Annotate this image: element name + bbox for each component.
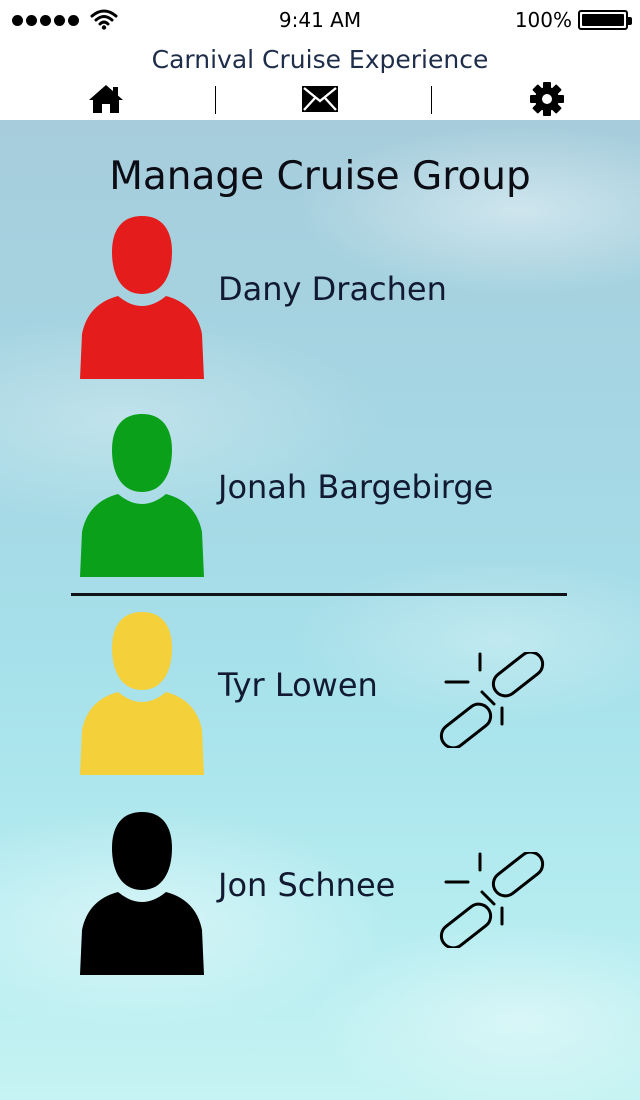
nav-home-button[interactable]	[56, 78, 156, 120]
nav-separator	[431, 86, 432, 114]
member-name: Tyr Lowen	[218, 666, 378, 704]
unlink-icon[interactable]	[436, 852, 548, 948]
person-icon	[80, 612, 204, 775]
group-screen: Manage Cruise Group Dany Drachen Jonah B…	[0, 120, 640, 1100]
avatar-head	[112, 414, 172, 492]
unlink-icon[interactable]	[436, 652, 548, 748]
page-title: Manage Cruise Group	[109, 154, 531, 199]
avatar-body	[80, 892, 204, 975]
status-bar: 9:41 AM 100%	[0, 0, 640, 42]
battery-icon	[578, 10, 632, 30]
gear-icon	[530, 82, 564, 116]
nav-settings-button[interactable]	[497, 78, 597, 120]
nav-mail-button[interactable]	[270, 78, 370, 120]
member-row[interactable]: Dany Drachen	[0, 214, 640, 384]
avatar-body	[80, 494, 204, 577]
member-name: Jon Schnee	[218, 866, 396, 904]
person-icon	[80, 216, 204, 379]
avatar-head	[112, 812, 172, 890]
avatar-head	[112, 216, 172, 294]
avatar-body	[80, 692, 204, 775]
avatar-body	[80, 296, 204, 379]
nav-bar	[0, 78, 640, 120]
avatar-head	[112, 612, 172, 690]
member-row[interactable]: Jonah Bargebirge	[0, 412, 640, 582]
member-name: Dany Drachen	[218, 270, 447, 308]
app-title: Carnival Cruise Experience	[151, 45, 489, 74]
nav-separator	[215, 86, 216, 114]
member-row[interactable]: Jon Schnee	[0, 810, 640, 980]
person-icon	[80, 812, 204, 975]
battery-percentage: 100%	[514, 8, 572, 32]
member-row[interactable]: Tyr Lowen	[0, 610, 640, 780]
mail-icon	[302, 86, 338, 112]
home-icon	[89, 85, 123, 113]
group-divider	[71, 593, 567, 596]
person-icon	[80, 414, 204, 577]
member-name: Jonah Bargebirge	[218, 468, 494, 506]
